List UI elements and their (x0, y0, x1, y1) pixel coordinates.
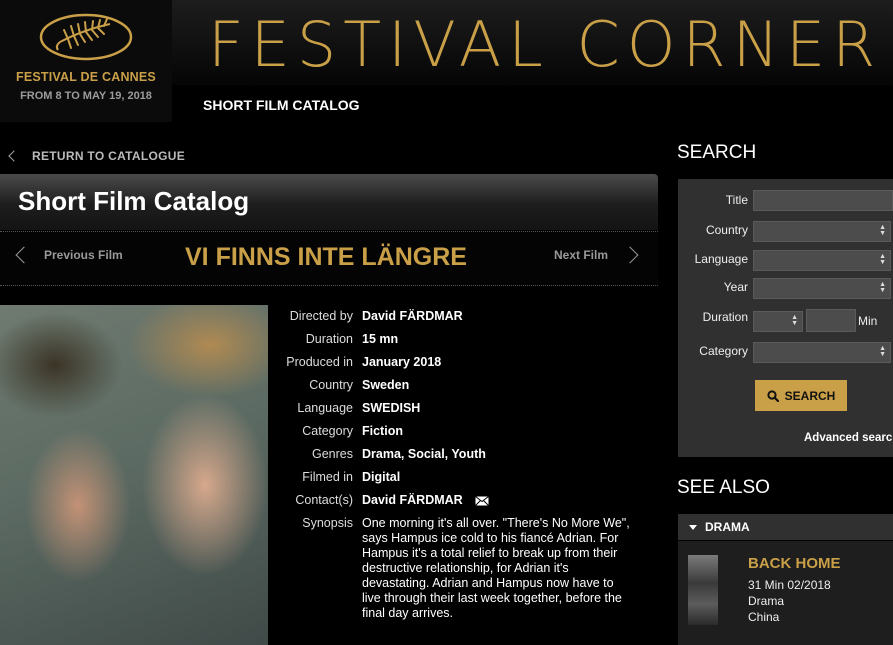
detail-value: David FÄRDMAR (362, 309, 463, 323)
next-film-label: Next Film (553, 248, 608, 262)
category-label: Category (699, 344, 748, 358)
search-heading: SEARCH (677, 142, 757, 163)
detail-row-language: Language SWEDISH (280, 397, 650, 420)
duration-operator-select[interactable]: ▲ ▼ (753, 311, 803, 332)
select-arrows-icon: ▲ ▼ (879, 224, 886, 237)
detail-row-category: Category Fiction (280, 420, 650, 443)
previous-film-link[interactable]: Previous Film (14, 246, 123, 264)
return-label: RETURN TO CATALOGUE (32, 149, 186, 163)
related-film-card[interactable]: BACK HOME 31 Min 02/2018 Drama China (678, 541, 893, 645)
detail-label: Duration (305, 332, 353, 346)
select-arrows-icon: ▲ ▼ (879, 253, 886, 266)
header-banner: FESTIVAL CORNER (172, 0, 893, 85)
duration-label: Duration (702, 310, 748, 324)
related-film-duration-date: 31 Min 02/2018 (748, 578, 831, 592)
detail-value: Fiction (362, 424, 403, 438)
palm-leaf-icon (39, 13, 133, 61)
chevron-right-icon (621, 246, 639, 264)
language-select[interactable]: ▲ ▼ (753, 250, 891, 271)
triangle-down-icon (689, 524, 697, 530)
country-select[interactable]: ▲ ▼ (753, 221, 891, 242)
see-also-heading: SEE ALSO (677, 477, 770, 498)
country-label: Country (705, 223, 748, 237)
detail-row-synopsis: Synopsis One morning it's all over. "The… (280, 516, 650, 621)
select-arrows-icon: ▲ ▼ (879, 281, 886, 294)
festival-name: FESTIVAL DE CANNES (16, 70, 156, 84)
page-title: Short Film Catalog (18, 186, 250, 216)
detail-value: January 2018 (362, 355, 442, 369)
return-to-catalogue-link[interactable]: RETURN TO CATALOGUE (8, 149, 186, 163)
detail-label: Language (297, 401, 353, 415)
detail-row-director: Directed by David FÄRDMAR (280, 305, 650, 328)
related-film-genre: Drama (748, 594, 785, 608)
min-label: Min (858, 314, 878, 328)
year-label: Year (723, 280, 748, 294)
drama-label: DRAMA (705, 520, 750, 534)
detail-row-filmed-in: Filmed in Digital (280, 466, 650, 489)
catalog-title-bar: Short Film Catalog (0, 174, 658, 230)
search-button-label: SEARCH (784, 388, 836, 403)
advanced-search-link[interactable]: Advanced search (804, 432, 893, 444)
detail-label: Synopsis (302, 516, 353, 530)
search-form: Title Country ▲ ▼ Language ▲ ▼ Year ▲ ▼ Dur… (678, 179, 893, 457)
detail-label: Country (309, 378, 353, 392)
detail-value: Digital (362, 470, 401, 484)
related-film-title[interactable]: BACK HOME (748, 555, 841, 572)
chevron-left-icon (15, 246, 33, 264)
envelope-icon[interactable] (474, 495, 489, 506)
title-input[interactable] (753, 190, 893, 211)
language-label: Language (694, 252, 748, 266)
contact-name: David FÄRDMAR (362, 493, 463, 507)
detail-row-country: Country Sweden (280, 374, 650, 397)
festival-logo[interactable]: FESTIVAL DE CANNES FROM 8 TO MAY 19, 201… (0, 0, 172, 122)
chevron-left-icon (8, 150, 20, 162)
detail-row-contact: Contact(s) David FÄRDMAR (280, 489, 650, 512)
search-icon (767, 389, 779, 402)
detail-label: Filmed in (302, 470, 353, 484)
synopsis-text: One morning it's all over. "There's No M… (362, 516, 630, 620)
festival-dates: FROM 8 TO MAY 19, 2018 (20, 90, 152, 102)
detail-value: Drama, Social, Youth (362, 447, 486, 461)
next-film-link[interactable]: Next Film (553, 246, 640, 264)
category-select[interactable]: ▲ ▼ (753, 342, 891, 363)
film-poster-image (0, 305, 268, 645)
detail-value: Sweden (362, 378, 410, 392)
select-arrows-icon: ▲ ▼ (879, 345, 886, 358)
detail-value: 15 mn (362, 332, 399, 346)
detail-label: Genres (312, 447, 353, 461)
film-details: Directed by David FÄRDMAR Duration 15 mn… (280, 305, 650, 621)
drama-section-toggle[interactable]: DRAMA (678, 514, 893, 540)
detail-row-genres: Genres Drama, Social, Youth (280, 443, 650, 466)
detail-row-duration: Duration 15 mn (280, 328, 650, 351)
related-film-country: China (748, 610, 780, 624)
detail-label: Category (302, 424, 353, 438)
detail-label: Produced in (286, 355, 353, 369)
related-film-thumbnail[interactable] (688, 555, 718, 625)
detail-label: Directed by (289, 309, 353, 323)
previous-film-label: Previous Film (44, 248, 123, 262)
film-title: VI FINNS INTE LÄNGRE (185, 243, 467, 271)
detail-value: David FÄRDMAR (362, 489, 489, 512)
film-navigation: Previous Film VI FINNS INTE LÄNGRE Next … (0, 231, 658, 286)
duration-input[interactable] (806, 309, 856, 332)
search-button[interactable]: SEARCH (755, 380, 847, 411)
detail-value: SWEDISH (362, 401, 421, 415)
detail-label: Contact(s) (295, 493, 353, 507)
select-arrows-icon: ▲ ▼ (791, 314, 798, 327)
detail-row-produced: Produced in January 2018 (280, 351, 650, 374)
year-select[interactable]: ▲ ▼ (753, 278, 891, 299)
title-label: Title (725, 193, 748, 207)
banner-title: FESTIVAL CORNER (208, 8, 883, 81)
nav-short-film-catalog[interactable]: SHORT FILM CATALOG (203, 97, 360, 113)
